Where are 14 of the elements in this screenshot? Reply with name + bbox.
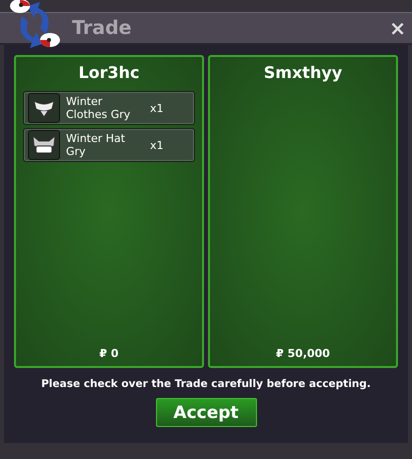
item-quantity: x1 [150,102,164,114]
item-name: Winter Hat Gry [66,132,126,158]
trade-item[interactable]: Winter Clothes Gry x1 [23,91,195,125]
money-amount: ₽ 50,000 [275,347,331,360]
accept-button[interactable]: Accept [156,398,256,427]
player-name: Smxthyy [262,63,344,84]
trade-item[interactable]: Winter Hat Gry x1 [23,128,195,162]
close-button[interactable]: × [389,16,406,40]
player-name: Lor3hc [77,63,141,84]
money-amount: ₽ 0 [98,347,120,360]
window-title: Trade [72,17,133,39]
item-quantity: x1 [150,138,164,152]
item-name: Winter Clothes Gry [66,95,132,121]
notice-text: Please check over the Trade carefully before accepting. [41,378,371,390]
